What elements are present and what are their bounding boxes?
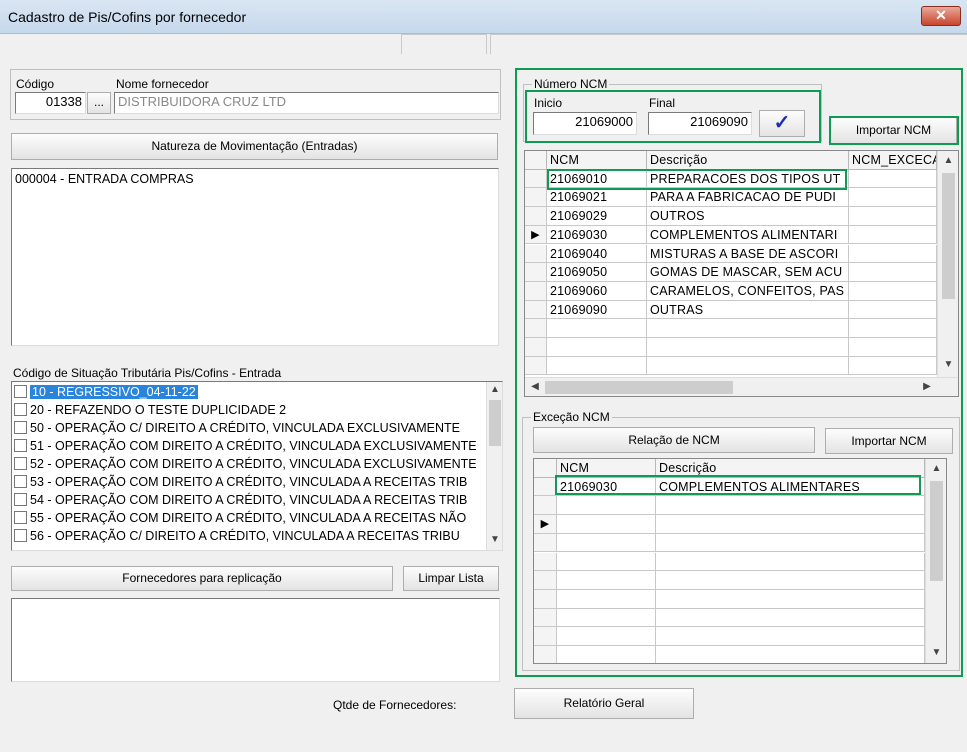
scroll-thumb[interactable]	[930, 481, 943, 581]
checkbox[interactable]	[14, 421, 27, 434]
relatorio-geral-button[interactable]: Relatório Geral	[514, 688, 694, 719]
checkbox[interactable]	[14, 511, 27, 524]
cst-item-51[interactable]: 51 - OPERAÇÃO COM DIREITO A CRÉDITO, VIN…	[14, 438, 484, 455]
cst-checklist[interactable]: 10 - REGRESSIVO_04-11-22 20 - REFAZENDO …	[11, 381, 503, 551]
cst-item-50[interactable]: 50 - OPERAÇÃO C/ DIREITO A CRÉDITO, VINC…	[14, 420, 484, 437]
scroll-right-icon[interactable]: ▶	[920, 381, 934, 392]
checkbox[interactable]	[14, 493, 27, 506]
numero-ncm-title: Número NCM	[532, 77, 610, 91]
col-header-ncm-excecao[interactable]: NCM_EXCECAO	[849, 151, 937, 170]
table-row[interactable]: GOMAS DE MASCAR, SEM ACU	[647, 263, 849, 282]
inicio-label: Inicio	[534, 96, 563, 110]
relacao-ncm-button[interactable]: Relação de NCM	[533, 427, 815, 453]
checkbox[interactable]	[14, 457, 27, 470]
ncm-grid-vscroll[interactable]: ▲ ▼	[937, 151, 958, 377]
scroll-down-icon[interactable]: ▼	[938, 359, 958, 370]
table-row[interactable]: 21069021	[547, 188, 647, 208]
scroll-down-icon[interactable]: ▼	[926, 647, 946, 658]
qtde-fornecedores-label: Qtde de Fornecedores:	[333, 698, 457, 712]
nome-fornecedor-input[interactable]: DISTRIBUIDORA CRUZ LTD	[114, 92, 499, 114]
ncm-grid-hscroll[interactable]: ◀ ▶	[525, 377, 958, 396]
scroll-left-icon[interactable]: ◀	[528, 381, 542, 392]
table-row[interactable]: OUTROS	[647, 207, 849, 226]
lookup-button[interactable]: ...	[87, 92, 111, 114]
nome-fornecedor-label: Nome fornecedor	[116, 77, 209, 91]
excecao-grid-vscroll[interactable]: ▲ ▼	[925, 459, 946, 663]
table-row[interactable]: 21069040	[547, 244, 647, 264]
cst-item-10[interactable]: 10 - REGRESSIVO_04-11-22	[14, 384, 484, 401]
cst-item-54[interactable]: 54 - OPERAÇÃO COM DIREITO A CRÉDITO, VIN…	[14, 492, 484, 509]
checkbox[interactable]	[14, 475, 27, 488]
final-label: Final	[649, 96, 676, 110]
checkbox[interactable]	[14, 385, 27, 398]
cst-item-52[interactable]: 52 - OPERAÇÃO COM DIREITO A CRÉDITO, VIN…	[14, 456, 484, 473]
table-row[interactable]: CARAMELOS, CONFEITOS, PAS	[647, 281, 849, 301]
col-header-ncm[interactable]: NCM	[547, 151, 647, 170]
close-button[interactable]: ✕	[921, 6, 961, 26]
cst-label: Código de Situação Tributária Pis/Cofins…	[13, 366, 282, 380]
importar-highlight	[829, 116, 959, 145]
scroll-thumb[interactable]	[545, 381, 733, 394]
codigo-label: Código	[16, 77, 55, 91]
final-input[interactable]: 21069090	[648, 112, 752, 135]
table-row[interactable]: 21069090	[547, 300, 647, 320]
limpar-lista-button[interactable]: Limpar Lista	[403, 566, 499, 591]
list-item[interactable]: 000004 - ENTRADA COMPRAS	[15, 172, 194, 186]
fornecedores-replicacao-button[interactable]: Fornecedores para replicação	[11, 566, 393, 591]
current-row-arrow-icon: ▶	[534, 515, 557, 534]
table-row[interactable]: 21069029	[547, 207, 647, 226]
scroll-up-icon[interactable]: ▲	[487, 384, 502, 395]
cst-scrollbar[interactable]: ▲ ▼	[486, 382, 502, 550]
excecao-ncm-title: Exceção NCM	[531, 410, 612, 424]
codigo-input[interactable]: 01338	[15, 92, 86, 114]
scroll-thumb[interactable]	[942, 173, 955, 299]
table-row[interactable]: 21069050	[547, 263, 647, 282]
first-row-highlight	[547, 169, 847, 190]
inicio-input[interactable]: 21069000	[533, 112, 637, 135]
scroll-up-icon[interactable]: ▲	[926, 463, 946, 474]
checkbox[interactable]	[14, 529, 27, 542]
table-row[interactable]: 21069030	[547, 225, 647, 245]
importar-ncm-button-bottom[interactable]: Importar NCM	[825, 428, 953, 454]
tab-2[interactable]	[490, 34, 967, 54]
cst-item-20[interactable]: 20 - REFAZENDO O TESTE DUPLICIDADE 2	[14, 402, 484, 419]
table-row[interactable]: COMPLEMENTOS ALIMENTARI	[647, 225, 849, 245]
table-row[interactable]: 21069060	[547, 281, 647, 301]
window-title: Cadastro de Pis/Cofins por fornecedor	[8, 9, 247, 25]
tab-1[interactable]	[401, 34, 487, 54]
replicacao-list[interactable]	[11, 598, 500, 682]
table-row[interactable]: PARA A FABRICACAO DE PUDI	[647, 188, 849, 208]
scroll-thumb[interactable]	[489, 400, 501, 446]
cst-item-56[interactable]: 56 - OPERAÇÃO C/ DIREITO A CRÉDITO, VINC…	[14, 528, 484, 545]
current-row-arrow-icon: ▶	[525, 225, 547, 245]
scroll-down-icon[interactable]: ▼	[487, 534, 502, 545]
table-row[interactable]: MISTURAS A BASE DE ASCORI	[647, 244, 849, 264]
natureza-movimentacao-button[interactable]: Natureza de Movimentação (Entradas)	[11, 133, 498, 160]
cst-item-55[interactable]: 55 - OPERAÇÃO COM DIREITO A CRÉDITO, VIN…	[14, 510, 484, 527]
checkbox[interactable]	[14, 403, 27, 416]
checkbox[interactable]	[14, 439, 27, 452]
excecao-row-highlight	[555, 475, 921, 495]
col-header-descricao[interactable]: Descrição	[647, 151, 849, 170]
table-row[interactable]: OUTRAS	[647, 300, 849, 320]
natureza-list[interactable]: 000004 - ENTRADA COMPRAS	[11, 168, 499, 346]
cst-item-53[interactable]: 53 - OPERAÇÃO COM DIREITO A CRÉDITO, VIN…	[14, 474, 484, 491]
confirm-check-icon[interactable]: ✓	[759, 110, 805, 137]
scroll-up-icon[interactable]: ▲	[938, 155, 958, 166]
